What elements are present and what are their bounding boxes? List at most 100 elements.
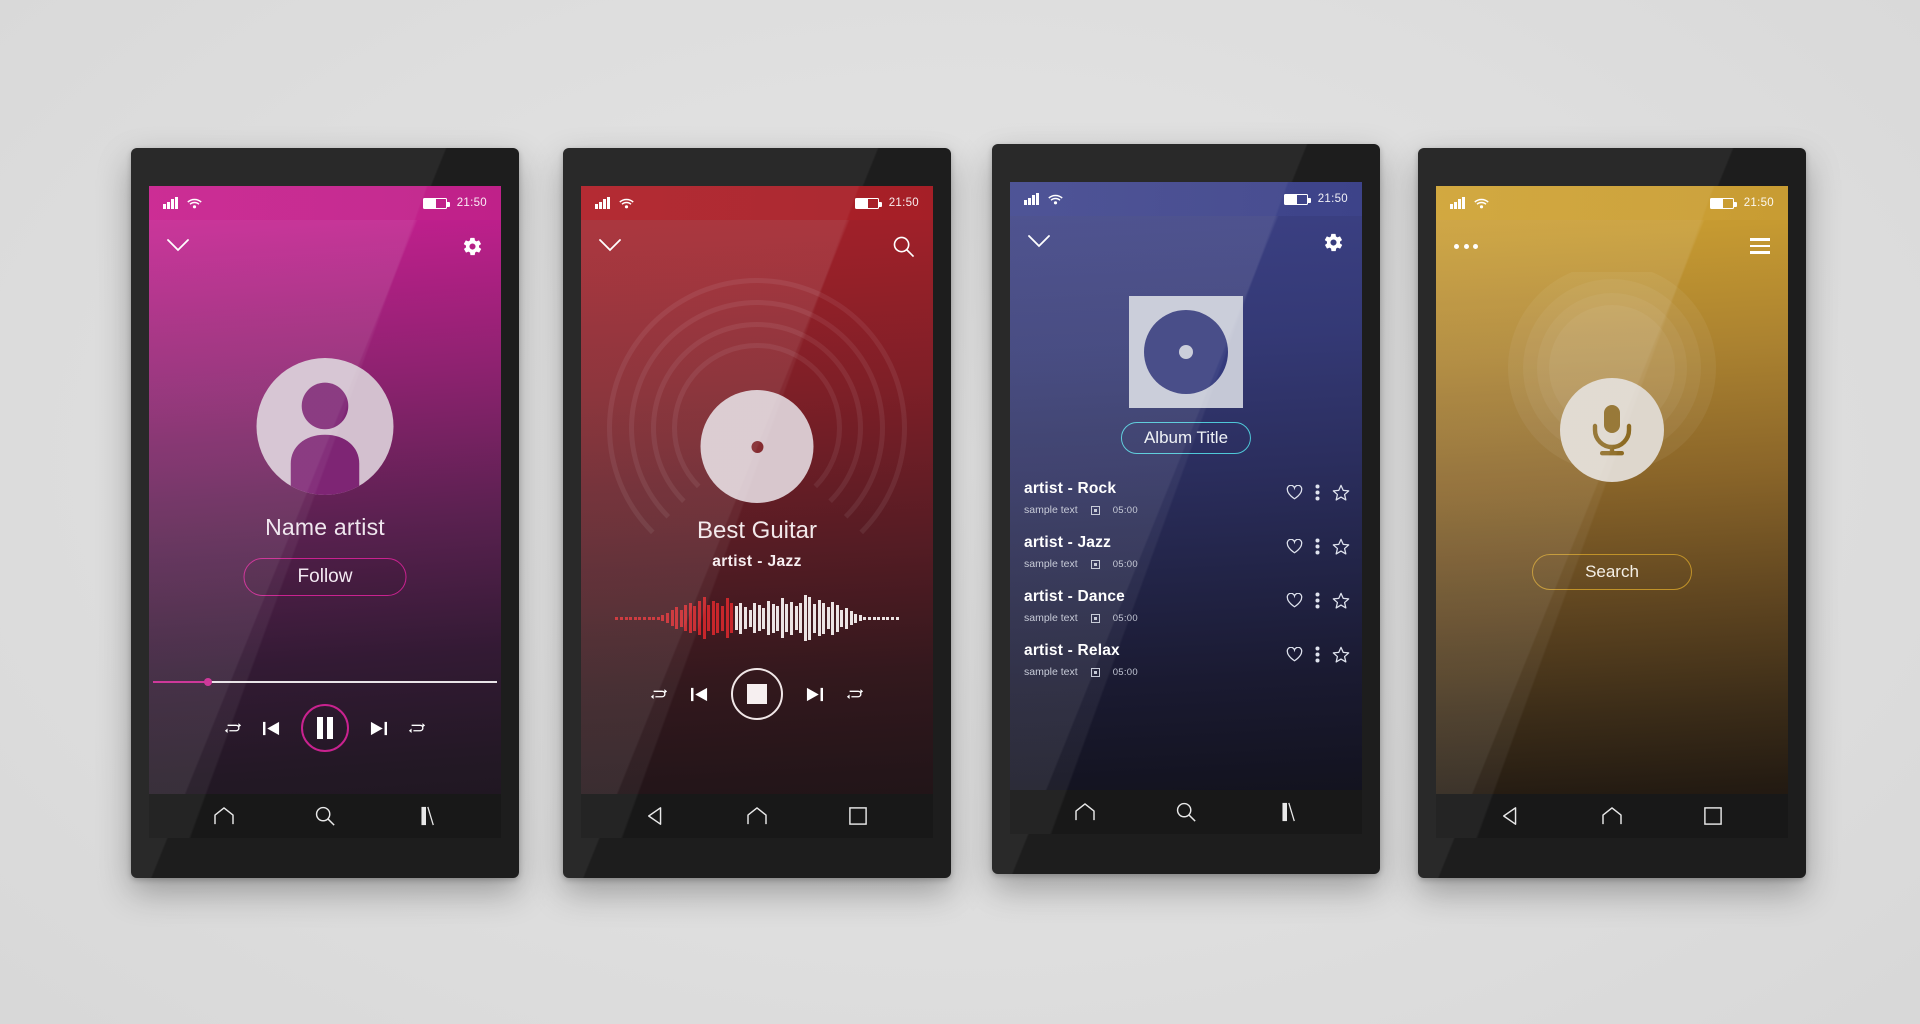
previous-track-icon[interactable] <box>690 686 709 703</box>
track-list-item[interactable]: artist - Dance sample text 05:00 <box>1010 584 1362 638</box>
screen-voice-search: 21:50 Search <box>1436 186 1788 838</box>
more-horizontal-icon[interactable] <box>1454 243 1478 249</box>
waveform-bar <box>629 616 633 620</box>
track-subtitle: sample text <box>1024 612 1078 624</box>
star-icon[interactable] <box>1332 484 1350 501</box>
track-list-item[interactable]: artist - Relax sample text 05:00 <box>1010 638 1362 692</box>
waveform-bar <box>748 609 752 627</box>
signal-bars-icon <box>595 197 610 209</box>
more-vertical-icon[interactable] <box>1315 538 1320 555</box>
waveform-bar <box>822 602 826 634</box>
waveform-bar <box>730 603 734 633</box>
wifi-icon <box>1048 194 1063 205</box>
star-icon[interactable] <box>1332 646 1350 663</box>
waveform-bar <box>753 603 757 633</box>
waveform-bar <box>688 603 692 633</box>
waveform-bar <box>868 616 872 620</box>
recents-icon[interactable] <box>1265 790 1309 834</box>
waveform-bar <box>684 605 688 631</box>
wifi-icon <box>1474 198 1489 209</box>
home-icon[interactable] <box>1590 794 1634 838</box>
waveform-bar <box>799 603 803 633</box>
progress-fill <box>153 681 209 683</box>
track-list-item[interactable]: artist - Rock sample text 05:00 <box>1010 476 1362 530</box>
waveform-bar <box>725 598 729 638</box>
status-bar-clock: 21:50 <box>888 197 919 209</box>
next-track-icon[interactable] <box>805 686 824 703</box>
app-header <box>1436 220 1788 272</box>
status-bar-clock: 21:50 <box>1743 197 1774 209</box>
app-header <box>1010 216 1362 268</box>
artist-name: Name artist <box>265 514 385 540</box>
gear-icon[interactable] <box>462 236 483 257</box>
star-icon[interactable] <box>1332 538 1350 555</box>
waveform-bar <box>638 616 642 620</box>
more-vertical-icon[interactable] <box>1315 646 1320 663</box>
track-list-item[interactable]: artist - Jazz sample text 05:00 <box>1010 530 1362 584</box>
battery-icon <box>1709 197 1737 209</box>
gear-icon[interactable] <box>1323 232 1344 253</box>
recents-square-icon[interactable] <box>836 794 880 838</box>
progress-knob[interactable] <box>204 678 213 686</box>
previous-track-icon[interactable] <box>262 720 281 737</box>
battery-icon <box>1283 193 1311 205</box>
waveform-bar <box>835 604 839 632</box>
audio-waveform[interactable] <box>595 590 919 646</box>
recents-square-icon[interactable] <box>1691 794 1735 838</box>
chevron-down-icon[interactable] <box>167 239 189 253</box>
track-duration: 05:00 <box>1112 612 1138 624</box>
pause-button[interactable] <box>301 704 349 752</box>
next-track-icon[interactable] <box>369 720 388 737</box>
star-icon[interactable] <box>1332 592 1350 609</box>
back-icon[interactable] <box>634 794 678 838</box>
home-icon[interactable] <box>1063 790 1107 834</box>
hamburger-menu-icon[interactable] <box>1750 238 1770 254</box>
back-icon[interactable] <box>1489 794 1533 838</box>
home-icon[interactable] <box>202 794 246 838</box>
chevron-down-icon[interactable] <box>1028 235 1050 249</box>
waveform-bar <box>633 616 637 620</box>
repeat-icon[interactable] <box>846 687 864 702</box>
screen-now-playing: 21:50 Best Guitar artist - Jazz <box>581 186 933 838</box>
battery-icon <box>854 197 882 209</box>
user-avatar-icon <box>256 358 394 495</box>
status-bar-left <box>1450 197 1489 209</box>
track-duration: 05:00 <box>1112 558 1138 570</box>
waveform-bar <box>762 607 766 629</box>
album-art[interactable] <box>1129 296 1243 408</box>
track-subtitle: sample text <box>1024 504 1078 516</box>
playback-progress-slider[interactable] <box>153 676 497 688</box>
status-bar-left <box>1024 193 1063 205</box>
search-icon[interactable] <box>1164 790 1208 834</box>
heart-icon[interactable] <box>1286 647 1303 662</box>
signal-bars-icon <box>1450 197 1465 209</box>
waveform-bar <box>877 616 881 620</box>
more-vertical-icon[interactable] <box>1315 484 1320 501</box>
more-vertical-icon[interactable] <box>1315 592 1320 609</box>
search-icon[interactable] <box>303 794 347 838</box>
screen-body: Album Title artist - Rock sample text 05:0… <box>1010 268 1362 790</box>
album-title-badge[interactable]: Album Title <box>1120 422 1252 454</box>
chevron-down-icon[interactable] <box>599 239 621 253</box>
repeat-icon[interactable] <box>408 721 426 736</box>
microphone-button[interactable] <box>1560 378 1664 482</box>
follow-button[interactable]: Follow <box>243 558 407 596</box>
shuffle-icon[interactable] <box>650 687 668 702</box>
play-source-icon <box>1090 559 1100 569</box>
waveform-bar <box>716 603 720 633</box>
system-nav-bar <box>1010 790 1362 834</box>
search-icon[interactable] <box>892 235 915 258</box>
waveform-bar <box>863 616 867 620</box>
system-nav-bar <box>149 794 501 838</box>
stop-button[interactable] <box>731 668 783 720</box>
shuffle-icon[interactable] <box>224 721 242 736</box>
home-icon[interactable] <box>735 794 779 838</box>
heart-icon[interactable] <box>1286 593 1303 608</box>
waveform-bar <box>642 616 646 620</box>
waveform-bar <box>776 605 780 631</box>
search-button[interactable]: Search <box>1532 554 1692 590</box>
track-subtitle: artist - Jazz <box>712 553 802 570</box>
heart-icon[interactable] <box>1286 485 1303 500</box>
heart-icon[interactable] <box>1286 539 1303 554</box>
recents-icon[interactable] <box>404 794 448 838</box>
